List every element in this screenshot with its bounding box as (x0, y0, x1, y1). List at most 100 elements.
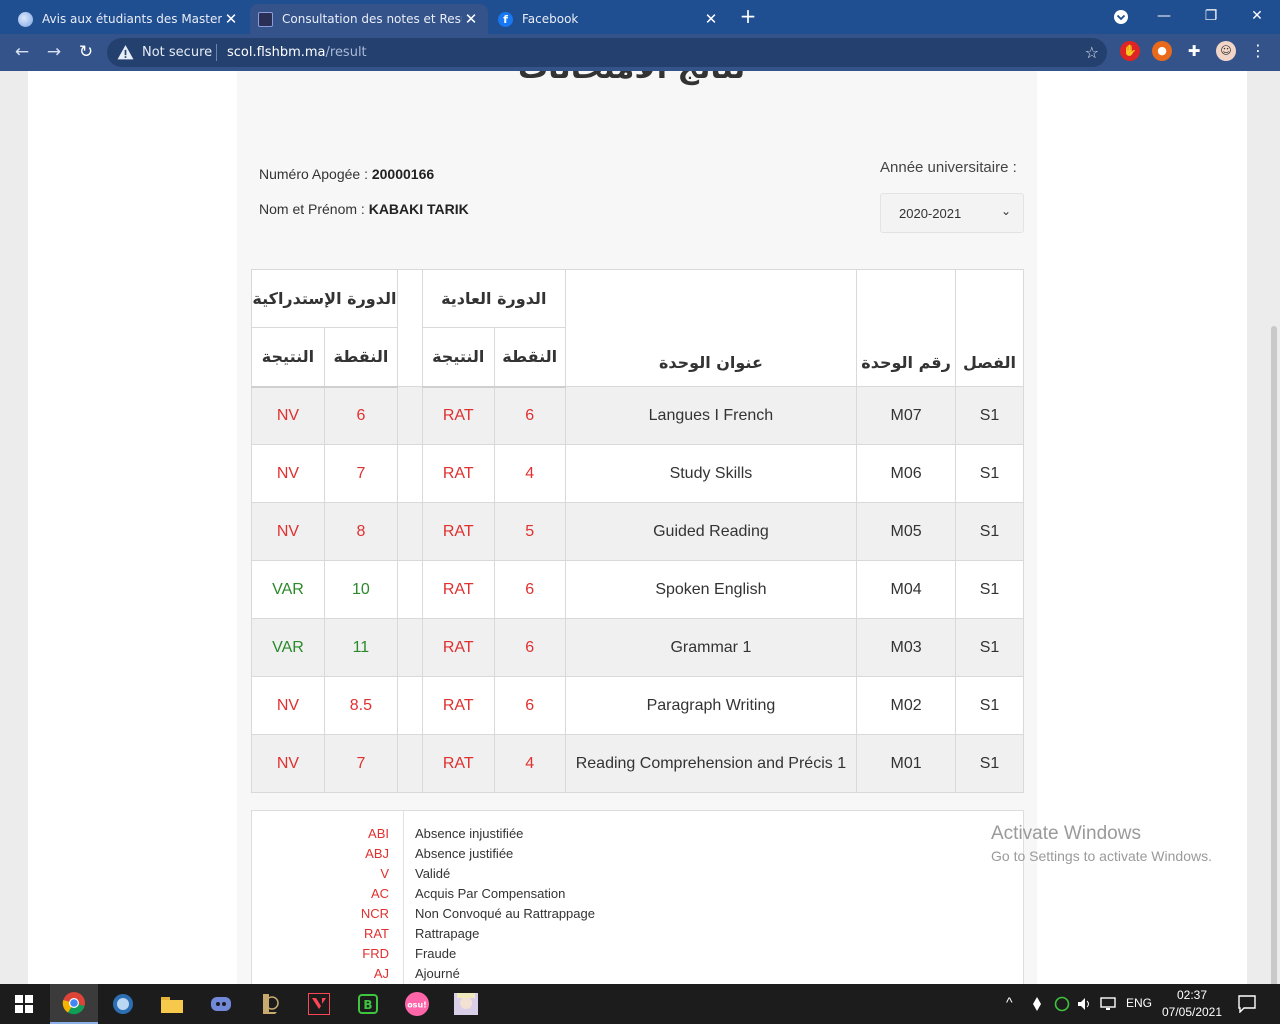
ordinary-result-cell: RAT (421, 502, 495, 561)
module-code-cell: M06 (856, 444, 956, 503)
ordinary-grade-header: النقطة (493, 327, 566, 388)
catchup-result-header: النتيجة (251, 327, 325, 388)
back-button[interactable]: ← (10, 40, 34, 64)
extension-icon[interactable]: ● (1152, 41, 1172, 61)
volume-icon[interactable] (1077, 996, 1093, 1012)
legend-desc: Absence injustifiée (415, 826, 524, 841)
site-favicon-icon (258, 11, 273, 27)
taskbar-chrome[interactable] (50, 984, 98, 1024)
forward-button[interactable]: → (42, 40, 66, 64)
start-button[interactable] (0, 984, 48, 1024)
ordinary-result-cell: RAT (421, 444, 495, 503)
spacer-header (396, 269, 423, 387)
app-green-icon: B (358, 994, 378, 1014)
spacer-cell (396, 676, 423, 735)
security-status[interactable]: Not secure (142, 45, 212, 60)
taskbar-app-green[interactable]: B (344, 984, 392, 1024)
warning-icon (117, 45, 134, 60)
table-row: VAR 10 RAT 6 Spoken English M04 S1 (251, 560, 1024, 619)
minimize-button[interactable]: — (1141, 0, 1187, 34)
notifications-icon[interactable] (1238, 995, 1256, 1013)
ordinary-result-header: النتيجة (421, 327, 495, 388)
tab-close-icon[interactable]: ✕ (222, 10, 240, 28)
tab-consultation-notes[interactable]: Consultation des notes et Resulta ✕ (250, 4, 488, 34)
catchup-result-cell: VAR (251, 560, 325, 619)
module-code-cell: M01 (856, 734, 956, 793)
catchup-session-header: الدورة الإستدراكية (251, 269, 398, 328)
activate-windows-title: Activate Windows (991, 823, 1141, 844)
language-indicator[interactable]: ENG (1126, 996, 1152, 1010)
table-row: VAR 11 RAT 6 Grammar 1 M03 S1 (251, 618, 1024, 677)
semester-cell: S1 (955, 734, 1024, 793)
taskbar-file-explorer[interactable] (148, 984, 196, 1024)
address-bar[interactable]: Not secure scol.flshbm.ma/result ☆ (107, 38, 1107, 67)
table-row: NV 8 RAT 5 Guided Reading M05 S1 (251, 502, 1024, 561)
taskbar-clock[interactable]: 02:37 07/05/2021 (1160, 987, 1224, 1021)
tray-sync-icon[interactable] (1054, 996, 1070, 1012)
semester-header: الفصل (955, 269, 1024, 387)
tab-label: Facebook (522, 12, 579, 26)
student-name: Nom et Prénom : KABAKI TARIK (259, 201, 469, 217)
discord-icon (211, 997, 231, 1011)
results-table: الدورة الإستدراكية الدورة العادية عنوان … (251, 269, 1024, 793)
module-title-cell: Grammar 1 (564, 618, 858, 677)
table-row: NV 7 RAT 4 Study Skills M06 S1 (251, 444, 1024, 503)
reload-button[interactable]: ↻ (74, 40, 98, 64)
spacer-cell (396, 444, 423, 503)
tab-close-icon[interactable]: ✕ (462, 10, 480, 28)
taskbar-discord[interactable] (197, 984, 245, 1024)
page-title: نتائج الامتحانات (518, 71, 745, 86)
ordinary-grade-cell: 6 (493, 618, 566, 677)
tab-avis-masters[interactable]: Avis aux étudiants des Masters - ✕ (10, 4, 248, 34)
semester-cell: S1 (955, 676, 1024, 735)
taskbar-anime-app[interactable] (442, 984, 490, 1024)
legend-item: ABJ Absence justifiée (252, 846, 1023, 866)
osu-icon: osu! (405, 992, 429, 1016)
address-divider (216, 44, 217, 61)
catchup-result-cell: NV (251, 502, 325, 561)
tab-facebook[interactable]: f Facebook ✕ (490, 4, 728, 34)
apogee-value: 20000166 (371, 166, 435, 182)
taskbar-osu[interactable]: osu! (393, 984, 441, 1024)
svg-text:osu!: osu! (407, 1001, 427, 1010)
module-title-cell: Study Skills (564, 444, 858, 503)
year-label: Année universitaire : (880, 159, 1017, 176)
chrome-menu-icon[interactable]: ⋮ (1248, 41, 1268, 61)
close-window-button[interactable]: ✕ (1234, 0, 1280, 34)
legend-item: ABI Absence injustifiée (252, 826, 1023, 846)
chevron-down-circle-icon (1114, 10, 1128, 24)
academic-year-select[interactable]: 2020-2021 ⌄ (880, 193, 1024, 233)
semester-cell: S1 (955, 502, 1024, 561)
adblock-extension-icon[interactable]: ✋ (1120, 41, 1140, 61)
ordinary-result-cell: RAT (421, 734, 495, 793)
taskbar-league[interactable] (246, 984, 294, 1024)
restore-button[interactable]: ❐ (1188, 0, 1234, 34)
catchup-result-cell: VAR (251, 618, 325, 677)
ordinary-grade-cell: 6 (493, 386, 566, 445)
year-selected-value: 2020-2021 (899, 206, 962, 221)
puzzle-extensions-icon[interactable]: ✚ (1184, 41, 1204, 61)
catchup-grade-cell: 7 (323, 444, 398, 503)
module-title-cell: Paragraph Writing (564, 676, 858, 735)
legend-code: ABI (368, 826, 389, 841)
catchup-grade-header: النقطة (323, 327, 398, 388)
spacer-cell (396, 502, 423, 561)
browser-titlebar: Avis aux étudiants des Masters - ✕ Consu… (0, 0, 1280, 34)
legend-desc: Absence justifiée (415, 846, 514, 861)
network-icon[interactable] (1100, 996, 1118, 1012)
tab-close-icon[interactable]: ✕ (702, 10, 720, 28)
page-scrollbar[interactable] (1271, 326, 1277, 984)
new-tab-button[interactable]: + (736, 5, 760, 29)
url-text[interactable]: scol.flshbm.ma/result (227, 45, 367, 60)
profile-avatar[interactable]: ☺ (1216, 41, 1236, 61)
taskbar-app-circle[interactable] (99, 984, 147, 1024)
tray-app-icon[interactable] (1030, 996, 1044, 1012)
semester-cell: S1 (955, 386, 1024, 445)
name-label: Nom et Prénom : (259, 201, 369, 217)
tab-search-button[interactable] (1098, 0, 1144, 34)
bookmark-star-icon[interactable]: ☆ (1085, 43, 1099, 62)
ordinary-grade-cell: 6 (493, 560, 566, 619)
windows-taskbar: B osu! ^ ENG 02:37 07/05/2021 (0, 984, 1280, 1024)
tray-chevron-icon[interactable]: ^ (1006, 994, 1013, 1010)
taskbar-valorant[interactable] (295, 984, 343, 1024)
